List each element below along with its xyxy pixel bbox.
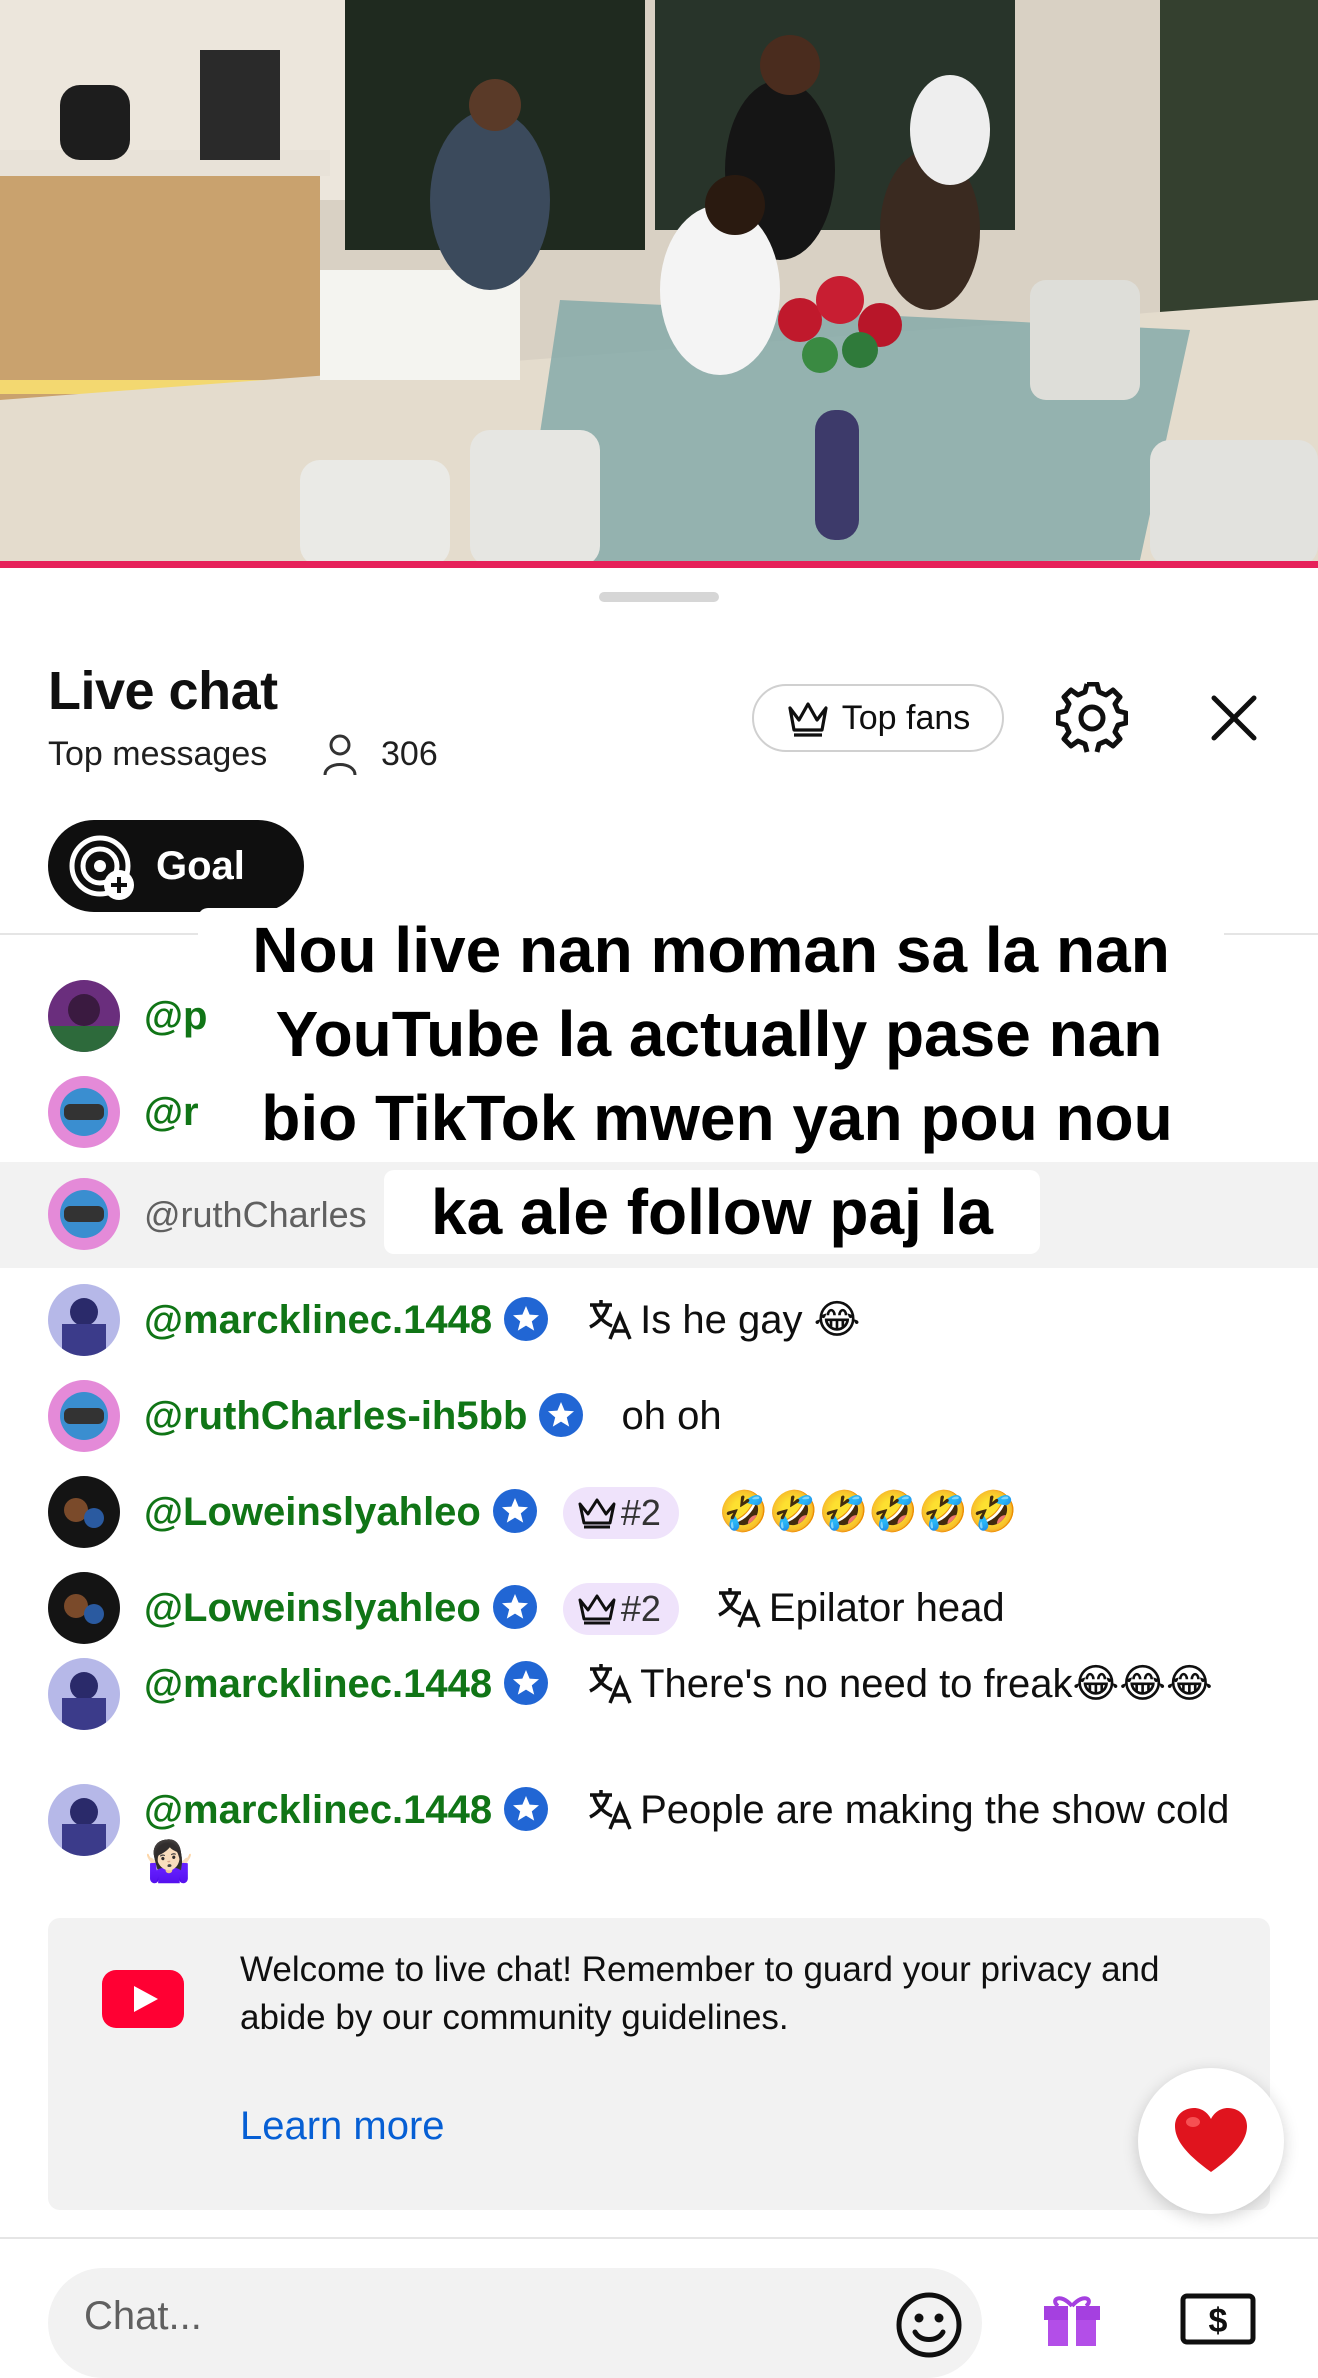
verified-icon: [504, 1297, 549, 1341]
svg-text:$: $: [1209, 2302, 1228, 2340]
avatar[interactable]: [48, 1380, 120, 1452]
message-text: oh oh: [621, 1394, 722, 1438]
youtube-logo: [102, 1970, 184, 2028]
message-author[interactable]: @ruthCharles-ih5bb: [144, 1394, 527, 1438]
verified-icon: [492, 1585, 537, 1629]
drag-handle[interactable]: [599, 592, 719, 602]
emoji-icon[interactable]: [894, 2290, 964, 2360]
avatar[interactable]: [48, 1476, 120, 1548]
gear-icon[interactable]: [1056, 682, 1128, 754]
avatar[interactable]: [48, 1658, 120, 1730]
message-text: Is he gay 😂: [640, 1298, 861, 1342]
chat-placeholder: Chat...: [84, 2294, 202, 2338]
message-author[interactable]: @r: [144, 1090, 199, 1134]
avatar[interactable]: [48, 980, 120, 1052]
overlay-caption-line: bio TikTok mwen yan pou nou: [210, 1076, 1224, 1160]
chat-message[interactable]: @marcklinec.1448 Is he gay 😂: [48, 1284, 1278, 1356]
chat-message[interactable]: @ruthCharles-ih5bb oh oh: [48, 1380, 1278, 1452]
translate-icon[interactable]: [586, 1659, 634, 1707]
avatar[interactable]: [48, 1572, 120, 1644]
badge-rank: #2: [620, 1588, 661, 1629]
viewer-count: 306: [381, 735, 438, 773]
input-divider: [0, 2237, 1318, 2239]
chat-input[interactable]: Chat...: [48, 2268, 982, 2378]
chat-message[interactable]: @Loweinslyahleo #2 🤣🤣🤣🤣🤣🤣: [48, 1476, 1278, 1548]
money-icon[interactable]: $: [1180, 2290, 1256, 2346]
verified-icon: [504, 1661, 549, 1705]
avatar[interactable]: [48, 1076, 120, 1148]
goal-icon: [69, 835, 134, 900]
goal-button[interactable]: Goal: [48, 820, 304, 912]
message-author[interactable]: @p: [144, 994, 207, 1038]
overlay-caption-line: ka ale follow paj la: [384, 1170, 1040, 1254]
heart-icon: [1175, 2108, 1247, 2172]
message-text: There's no need to freak😂😂😂: [640, 1662, 1213, 1706]
chat-message[interactable]: @Loweinslyahleo #2 Epilator head: [48, 1572, 1278, 1644]
verified-icon: [504, 1787, 549, 1831]
message-author[interactable]: @marcklinec.1448: [144, 1788, 492, 1832]
chat-message[interactable]: @marcklinec.1448 There's no need to freak…: [48, 1658, 1278, 1768]
badge-rank: #2: [620, 1492, 661, 1533]
top-fans-label: Top fans: [841, 698, 971, 737]
avatar[interactable]: [48, 1784, 120, 1856]
live-progress-bar: [0, 561, 1318, 568]
message-author[interactable]: @marcklinec.1448: [144, 1662, 492, 1706]
avatar[interactable]: [48, 1178, 120, 1250]
gift-icon[interactable]: [1040, 2290, 1104, 2346]
translate-icon[interactable]: [586, 1785, 634, 1833]
goal-label: Goal: [156, 843, 245, 888]
person-icon: [323, 734, 357, 776]
panel-title: Live chat: [48, 661, 278, 721]
chat-mode-selector[interactable]: Top messages: [48, 735, 267, 774]
crown-icon: [788, 702, 828, 737]
welcome-text: Welcome to live chat! Remember to guard …: [240, 1950, 1160, 2037]
crown-icon: [578, 1498, 616, 1529]
welcome-notice: Welcome to live chat! Remember to guard …: [48, 1918, 1270, 2210]
top-fans-button[interactable]: Top fans: [752, 684, 1004, 752]
translate-icon[interactable]: [715, 1583, 763, 1631]
reaction-button[interactable]: [1138, 2068, 1284, 2214]
video-player[interactable]: [0, 0, 1318, 566]
translate-icon[interactable]: [586, 1295, 634, 1343]
message-text: 🤣🤣🤣🤣🤣🤣: [718, 1489, 1018, 1535]
top-fan-badge: #2: [562, 1487, 679, 1539]
message-text: Epilator head: [768, 1586, 1005, 1630]
message-author[interactable]: @ruthCharles: [144, 1194, 367, 1235]
message-author[interactable]: @Loweinslyahleo: [144, 1586, 481, 1630]
message-author[interactable]: @Loweinslyahleo: [144, 1490, 481, 1534]
video-frame: [0, 0, 1318, 566]
chat-message[interactable]: @marcklinec.1448 People are making the sh…: [48, 1784, 1278, 1894]
top-fan-badge: #2: [562, 1583, 679, 1635]
close-icon[interactable]: [1206, 690, 1262, 746]
avatar[interactable]: [48, 1284, 120, 1356]
overlay-caption-line: Nou live nan moman sa la nan: [198, 908, 1224, 992]
message-author[interactable]: @marcklinec.1448: [144, 1298, 492, 1342]
verified-icon: [539, 1393, 584, 1437]
verified-icon: [492, 1489, 537, 1533]
overlay-caption-line: YouTube la actually pase nan: [214, 992, 1224, 1076]
learn-more-link[interactable]: Learn more: [240, 2104, 445, 2149]
crown-icon: [578, 1594, 616, 1625]
